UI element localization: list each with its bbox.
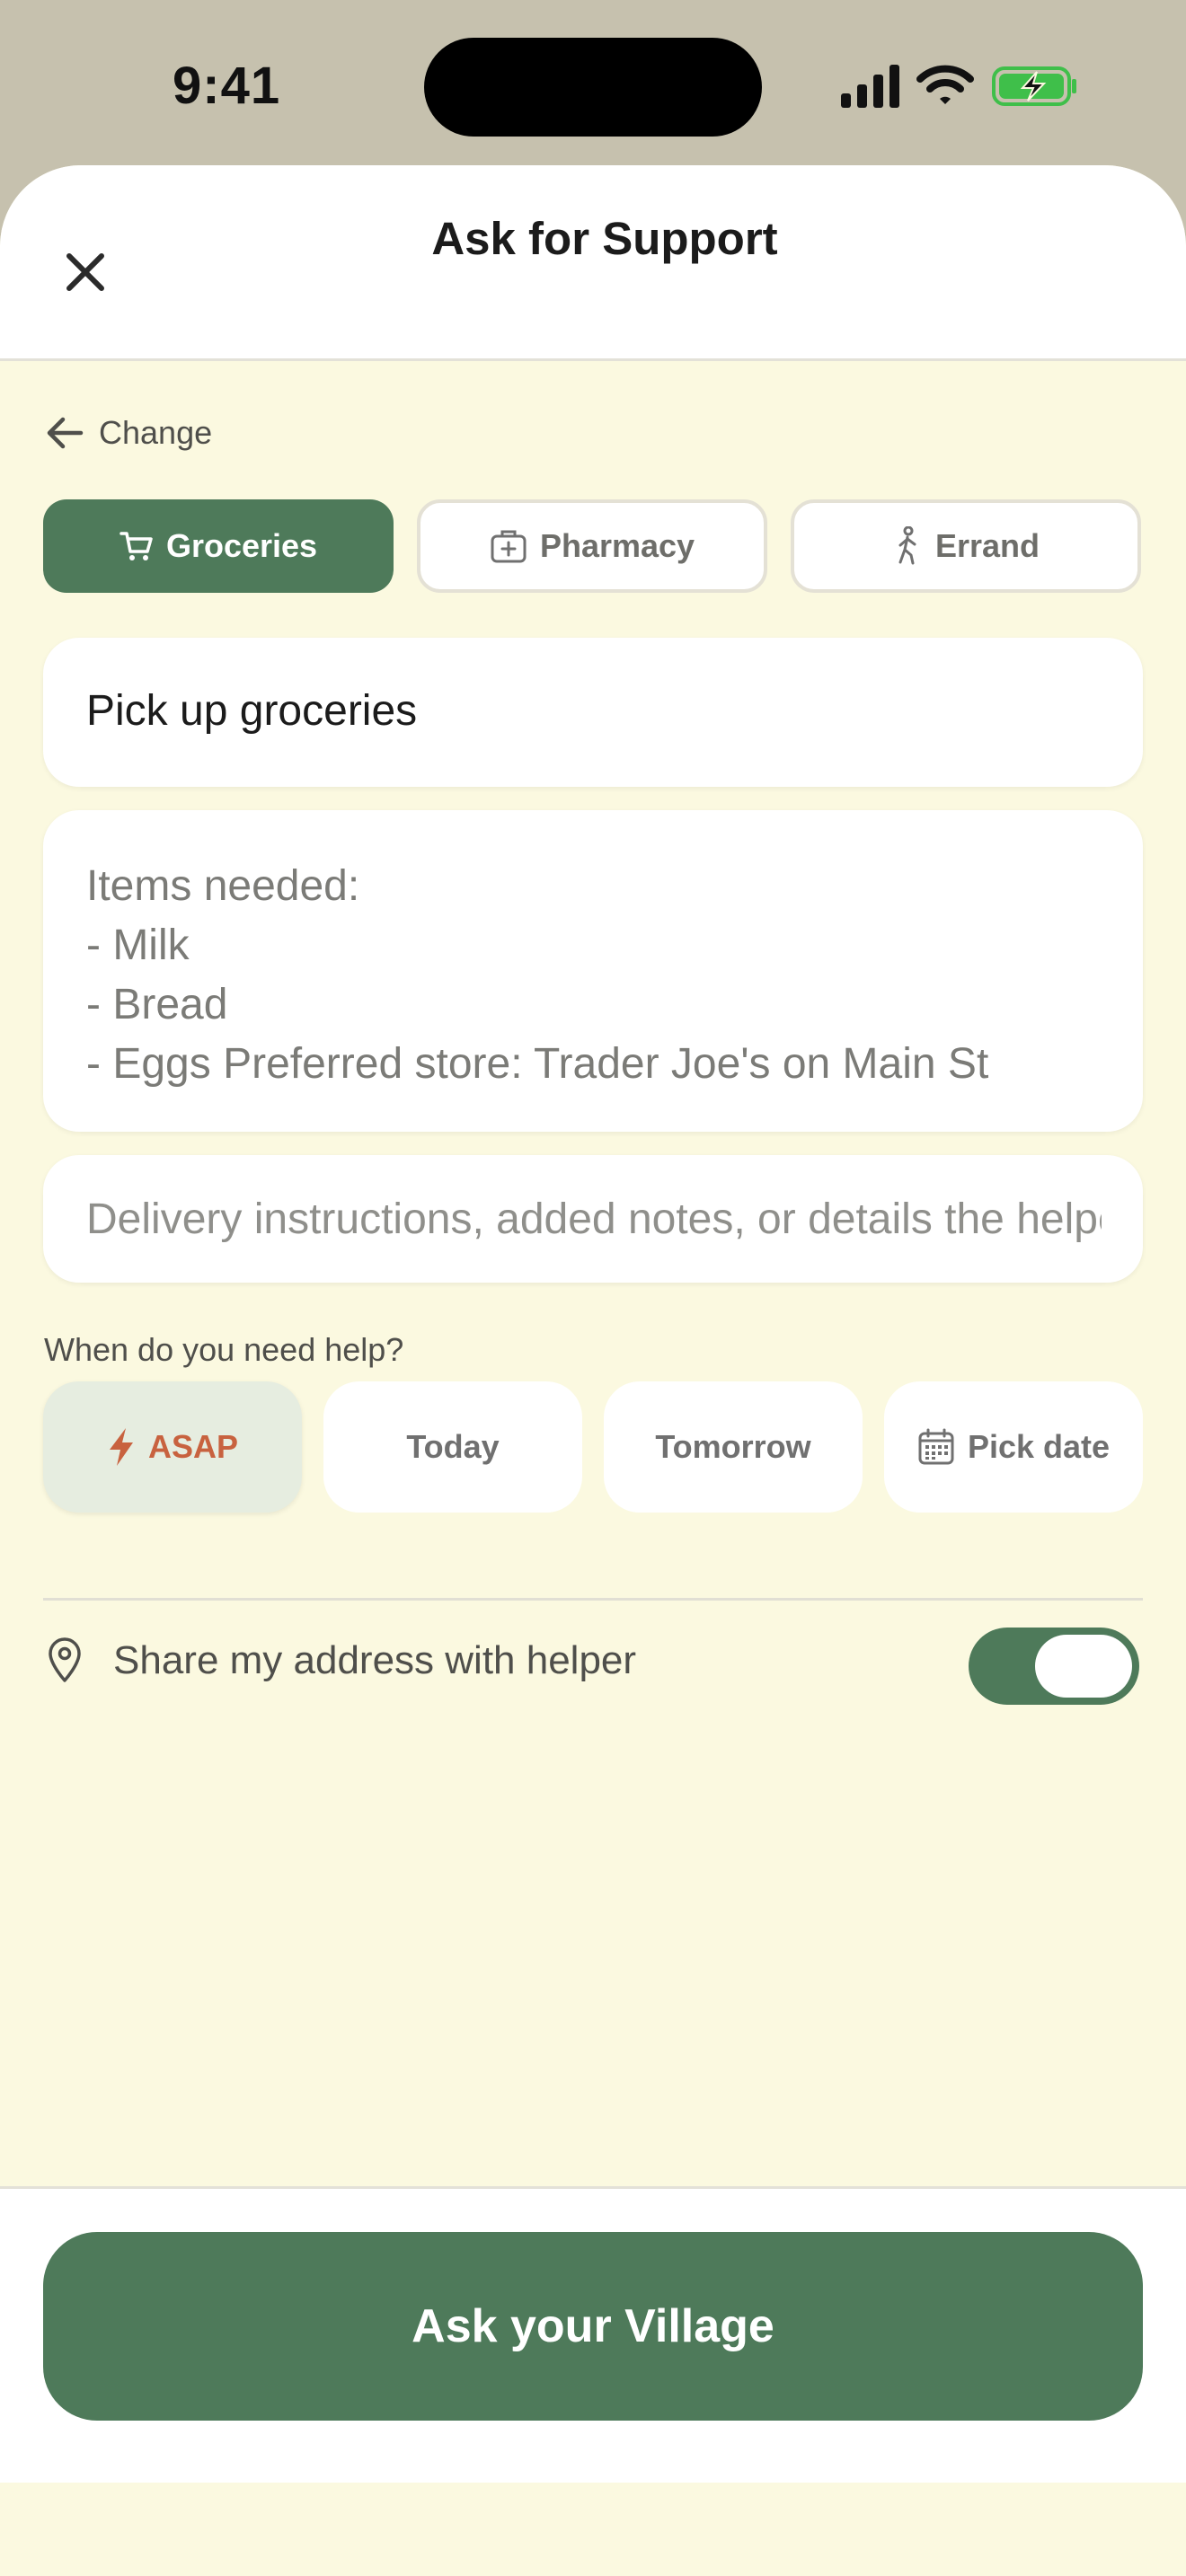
when-option-asap[interactable]: ASAP xyxy=(43,1381,302,1513)
notes-placeholder: Delivery instructions, added notes, or d… xyxy=(86,1195,1102,1243)
status-time: 9:41 xyxy=(173,57,281,115)
category-chip-groceries[interactable]: Groceries xyxy=(43,499,394,593)
arrow-left-icon xyxy=(47,417,84,449)
page-title: Ask for Support xyxy=(431,213,778,264)
sheet-header: Ask for Support xyxy=(0,165,1186,361)
calendar-icon xyxy=(918,1428,954,1465)
request-title-value: Pick up groceries xyxy=(86,687,418,735)
divider xyxy=(43,1598,1143,1601)
when-option-label: ASAP xyxy=(147,1428,239,1465)
request-description-field[interactable]: Items needed: - Milk - Bread - Eggs Pref… xyxy=(43,810,1143,1132)
change-category-link[interactable]: Change xyxy=(45,408,212,458)
walking-person-icon xyxy=(898,526,916,565)
ask-village-button[interactable]: Ask your Village xyxy=(43,2232,1143,2421)
description-line: - Bread xyxy=(86,981,228,1028)
when-option-label: Today xyxy=(406,1428,500,1465)
share-address-row: Share my address with helper xyxy=(43,1611,1143,1710)
footer: Ask your Village xyxy=(0,2186,1186,2483)
category-label: Groceries xyxy=(165,527,318,564)
wifi-icon xyxy=(916,65,974,104)
request-title-field[interactable]: Pick up groceries xyxy=(43,638,1143,787)
support-sheet: Ask for Support Change Groceries Pharmac… xyxy=(0,165,1186,2576)
change-label: Change xyxy=(99,414,213,451)
when-option-pick-date[interactable]: Pick date xyxy=(884,1381,1143,1513)
description-line: - Eggs Preferred store: Trader Joe's on … xyxy=(86,1040,989,1088)
when-option-tomorrow[interactable]: Tomorrow xyxy=(604,1381,863,1513)
when-option-label: Pick date xyxy=(967,1428,1111,1465)
category-label: Errand xyxy=(934,527,1040,564)
share-address-toggle[interactable] xyxy=(969,1628,1139,1705)
description-line: - Milk xyxy=(86,922,190,969)
lightning-icon xyxy=(109,1428,133,1466)
category-chip-pharmacy[interactable]: Pharmacy xyxy=(417,499,767,593)
status-bar: 9:41 xyxy=(0,0,1186,171)
cellular-signal-icon xyxy=(841,65,899,108)
medical-kit-icon xyxy=(491,530,527,563)
battery-charging-icon xyxy=(992,66,1076,106)
location-pin-icon xyxy=(49,1637,81,1682)
when-label: When do you need help? xyxy=(44,1331,404,1368)
dynamic-island xyxy=(424,38,762,137)
category-label: Pharmacy xyxy=(539,527,695,564)
cart-icon xyxy=(119,532,153,560)
when-option-label: Tomorrow xyxy=(655,1428,811,1465)
when-option-today[interactable]: Today xyxy=(323,1381,582,1513)
delivery-notes-field[interactable]: Delivery instructions, added notes, or d… xyxy=(43,1155,1143,1283)
category-chip-errand[interactable]: Errand xyxy=(791,499,1141,593)
toggle-knob xyxy=(1035,1635,1132,1698)
description-line: Items needed: xyxy=(86,862,360,910)
share-address-label: Share my address with helper xyxy=(113,1638,637,1682)
